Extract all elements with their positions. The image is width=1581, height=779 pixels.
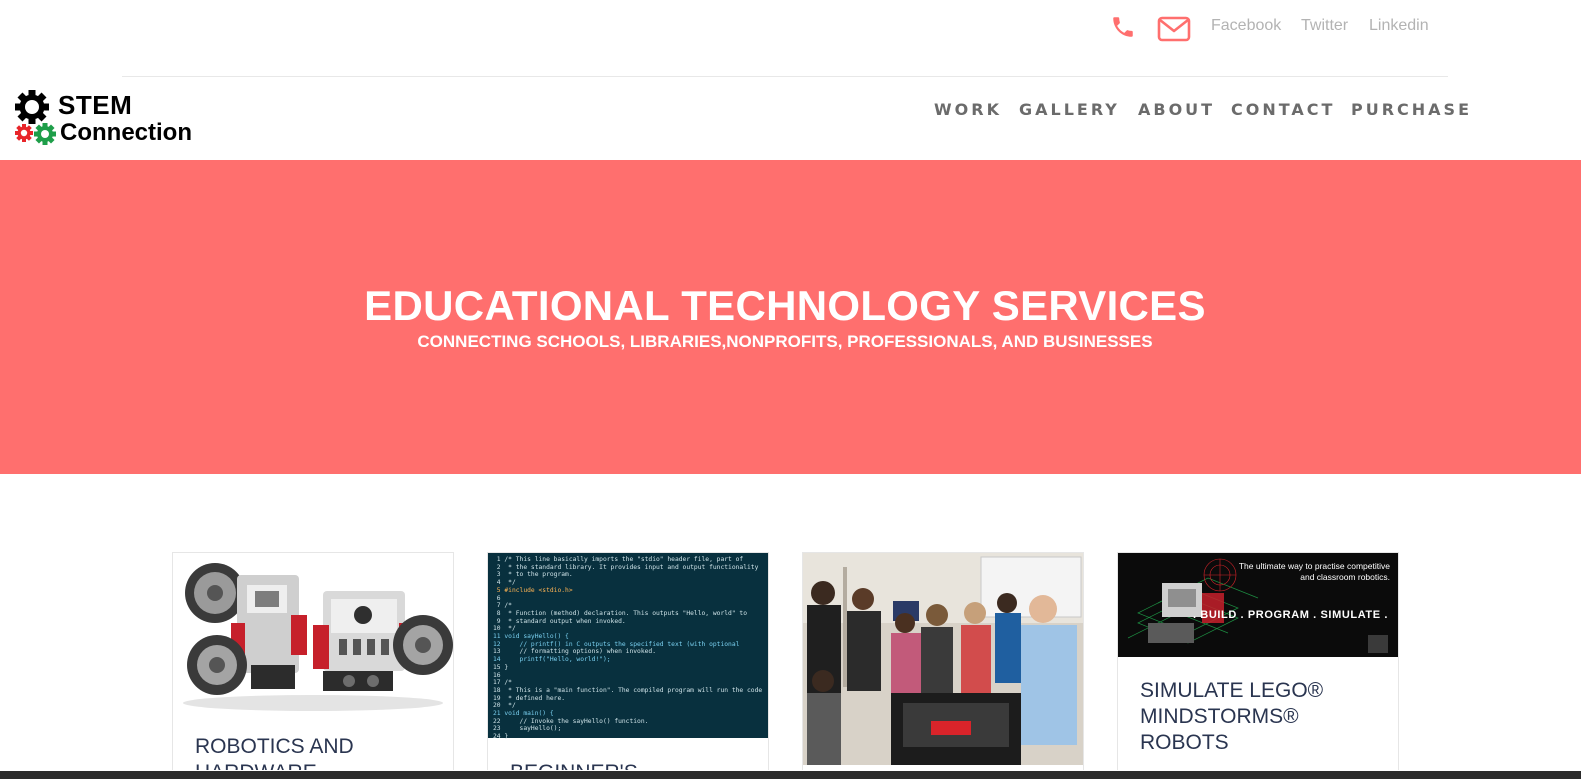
code-line: 4 */ <box>493 579 516 587</box>
nav-gallery[interactable]: GALLERY <box>1019 100 1120 119</box>
simulator-tagline-line2: and classroom robotics. <box>1300 572 1390 582</box>
twitter-link[interactable]: Twitter <box>1301 17 1348 35</box>
linkedin-link[interactable]: Linkedin <box>1369 17 1429 35</box>
hero-subtitle: CONNECTING SCHOOLS, LIBRARIES,NONPROFITS… <box>417 332 1153 351</box>
site-logo[interactable]: STEM Connection <box>14 88 224 152</box>
simulator-banner-text: . BUILD . PROGRAM . SIMULATE . <box>1192 609 1388 621</box>
code-line: 5 #include <stdio.h> <box>493 586 573 594</box>
card-beginners[interactable]: 1 /* This line basically imports the "st… <box>487 552 769 779</box>
classroom-photo <box>803 553 1083 765</box>
hero-banner: EDUCATIONAL TECHNOLOGY SERVICES CONNECTI… <box>0 160 1581 474</box>
nav-work[interactable]: WORK <box>934 100 1002 119</box>
code-snippet: 1 /* This line basically imports the "st… <box>493 556 762 741</box>
code-line: 12 // printf() in C outputs the specifie… <box>493 640 740 648</box>
code-line: 3 * to the program. <box>493 571 573 579</box>
code-line: 16 <box>493 671 501 679</box>
mail-icon[interactable] <box>1157 15 1191 43</box>
simulator-banner-image: The ultimate way to practise competitive… <box>1118 553 1398 657</box>
code-line: 10 */ <box>493 625 516 633</box>
nav-about[interactable]: ABOUT <box>1138 100 1215 119</box>
logo-text-line2: Connection <box>60 119 192 146</box>
code-line: 7 /* <box>493 602 512 610</box>
code-line: 24 } <box>493 733 509 741</box>
card-title-simulate: SIMULATE LEGO® MINDSTORMS® ROBOTS <box>1140 679 1324 754</box>
code-line: 6 <box>493 594 501 602</box>
code-line: 9 * standard output when invoked. <box>493 617 626 625</box>
hero-title: EDUCATIONAL TECHNOLOGY SERVICES <box>364 282 1206 329</box>
nav-contact[interactable]: CONTACT <box>1231 100 1335 119</box>
facebook-link[interactable]: Facebook <box>1211 17 1281 35</box>
nav-purchase[interactable]: PURCHASE <box>1351 100 1472 119</box>
code-line: 14 printf("Hello, world!"); <box>493 656 611 664</box>
code-screenshot-image: 1 /* This line basically imports the "st… <box>488 553 768 741</box>
code-line: 23 sayHello(); <box>493 725 562 733</box>
code-line: 11 void sayHello() { <box>493 633 569 641</box>
code-line: 1 /* This line basically imports the "st… <box>493 556 744 563</box>
simulator-tagline-line1: The ultimate way to practise competitive <box>1238 561 1390 571</box>
phone-icon[interactable] <box>1110 14 1136 40</box>
robot-kit-image <box>173 553 453 713</box>
logo-text-line1: STEM <box>58 90 133 120</box>
code-line: 18 * This is a "main function". The comp… <box>493 686 763 694</box>
code-line: 22 // Invoke the sayHello() function. <box>493 717 649 725</box>
code-line: 13 // formatting options) when invoked. <box>493 648 657 656</box>
code-line: 2 * the standard library. It provides in… <box>493 563 759 571</box>
card-robotics[interactable]: ROBOTICS AND HARDWARE <box>172 552 454 779</box>
header-divider <box>122 76 1448 77</box>
code-line: 21 void main() { <box>493 710 554 718</box>
code-line: 19 * defined here. <box>493 694 566 702</box>
code-line: 15 } <box>493 663 509 671</box>
window-bottom-edge <box>0 770 1581 779</box>
code-line: 8 * Function (method) declaration. This … <box>493 609 748 617</box>
card-simulate[interactable]: The ultimate way to practise competitive… <box>1117 552 1399 779</box>
simulator-tagline: The ultimate way to practise competitive… <box>1220 561 1390 583</box>
top-utility-bar: Facebook Twitter Linkedin <box>0 0 1581 60</box>
code-line: 17 /* <box>493 679 512 687</box>
code-line: 20 */ <box>493 702 516 710</box>
card-classroom[interactable] <box>802 552 1084 779</box>
